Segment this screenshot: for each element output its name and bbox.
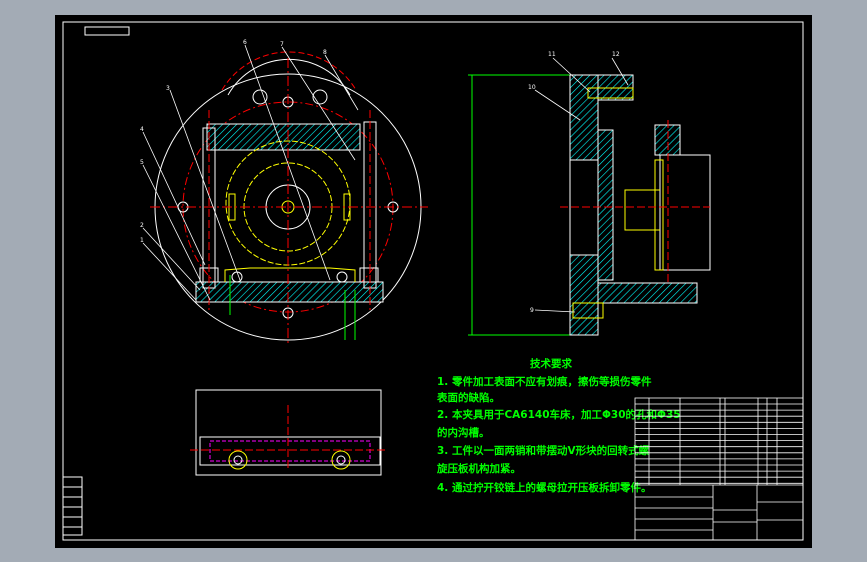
svg-text:7: 7	[280, 41, 284, 48]
svg-text:旋压板机构加紧。: 旋压板机构加紧。	[436, 462, 521, 475]
svg-text:12: 12	[612, 51, 620, 58]
svg-text:9: 9	[530, 307, 534, 314]
svg-text:4. 通过拧开铰链上的螺母拉开压板拆卸零件。: 4. 通过拧开铰链上的螺母拉开压板拆卸零件。	[437, 481, 651, 494]
drawing-border	[62, 21, 804, 541]
left-title-block	[62, 476, 83, 536]
cad-drawing: 3 4 5 2 1 6 7 8 11 12 10 9 技术要求 1. 零件加工表…	[62, 21, 804, 541]
drawing-canvas[interactable]: 3 4 5 2 1 6 7 8 11 12 10 9 技术要求 1. 零件加工表…	[55, 15, 812, 548]
side-view	[468, 57, 711, 336]
technical-requirements: 技术要求 1. 零件加工表面不应有划痕，擦伤等损伤零件 表面的缺陷。 2. 本夹…	[436, 357, 681, 494]
svg-text:8: 8	[323, 49, 327, 56]
tech-req-title: 技术要求	[530, 357, 572, 370]
svg-text:2: 2	[140, 222, 144, 229]
svg-text:1. 零件加工表面不应有划痕，擦伤等损伤零件: 1. 零件加工表面不应有划痕，擦伤等损伤零件	[437, 375, 652, 388]
svg-text:10: 10	[528, 84, 536, 91]
svg-text:4: 4	[140, 126, 144, 133]
svg-text:的内沟槽。: 的内沟槽。	[437, 426, 490, 439]
svg-text:1: 1	[140, 237, 144, 244]
svg-text:3. 工件以一面两销和带摆动V形块的回转式螺: 3. 工件以一面两销和带摆动V形块的回转式螺	[437, 444, 650, 457]
svg-text:11: 11	[548, 51, 556, 58]
svg-text:3: 3	[166, 85, 170, 92]
front-view	[142, 44, 428, 345]
svg-text:6: 6	[243, 39, 247, 46]
top-view	[190, 389, 388, 476]
svg-text:表面的缺陷。: 表面的缺陷。	[436, 391, 500, 404]
svg-text:5: 5	[140, 159, 144, 166]
